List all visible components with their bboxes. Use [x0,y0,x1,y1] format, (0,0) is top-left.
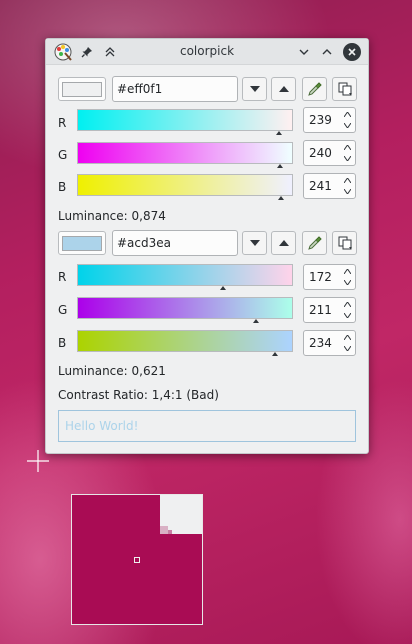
crosshair-cursor-icon [27,450,49,472]
color2-picker-button[interactable] [302,231,327,255]
triangle-down-icon [249,86,260,92]
copy-icon [338,82,352,96]
spin-up-icon[interactable] [343,300,352,309]
color1-swatch [62,81,102,97]
title-bar[interactable]: colorpick [46,39,368,65]
color1-b-handle[interactable] [278,196,285,200]
color1-b-slider[interactable] [77,174,293,196]
copy-icon [338,236,352,250]
color1-b-label: B [58,180,67,194]
color1-g-value: 240 [309,146,332,160]
color2-g-handle[interactable] [252,319,259,323]
color1-picker-button[interactable] [302,77,327,101]
color2-luminance: Luminance: 0,621 [58,364,166,378]
color2-b-slider[interactable] [77,330,293,352]
close-icon [348,48,356,56]
minimize-button[interactable] [295,43,313,61]
color1-lighter-button[interactable] [271,77,296,101]
color2-b-spinbox[interactable]: 234 [303,330,356,356]
color1-swatch-button[interactable] [58,77,106,101]
color2-lighter-button[interactable] [271,231,296,255]
color1-luminance: Luminance: 0,874 [58,209,166,223]
color1-r-slider[interactable] [77,109,293,131]
magnifier-view [71,494,203,625]
maximize-button[interactable] [318,43,336,61]
triangle-up-icon [278,86,289,92]
color2-r-slider[interactable] [77,264,293,286]
spin-up-icon[interactable] [343,143,352,152]
color2-g-slider[interactable] [77,297,293,319]
contrast-preview: Hello World! [58,410,356,442]
color1-b-spinbox[interactable]: 241 [303,173,356,199]
spin-down-icon[interactable] [343,121,352,130]
color1-b-value: 241 [309,179,332,193]
color2-r-value: 172 [309,270,332,284]
chevron-up-icon [322,49,332,55]
color1-g-spinbox[interactable]: 240 [303,140,356,166]
color2-b-handle[interactable] [272,352,279,356]
spin-down-icon[interactable] [343,154,352,163]
triangle-down-icon [249,240,260,246]
spin-down-icon[interactable] [343,311,352,320]
color1-hex-input[interactable]: #eff0f1 [112,76,238,102]
color2-g-label: G [58,303,68,317]
eyedropper-icon [307,236,322,250]
magnifier-center-marker [134,557,140,563]
close-button[interactable] [343,43,361,61]
spin-up-icon[interactable] [343,176,352,185]
spin-down-icon[interactable] [343,344,352,353]
spin-down-icon[interactable] [343,278,352,287]
chevron-down-icon [299,49,309,55]
contrast-ratio: Contrast Ratio: 1,4:1 (Bad) [58,388,219,402]
colorpick-window: colorpick #eff0f1 R 239 G 240 B 241 Lumi… [45,38,369,454]
spin-up-icon[interactable] [343,110,352,119]
color1-g-label: G [58,148,68,162]
color2-r-label: R [58,270,67,284]
spin-up-icon[interactable] [343,267,352,276]
color2-swatch [62,235,102,251]
spin-down-icon[interactable] [343,187,352,196]
color2-r-spinbox[interactable]: 172 [303,264,356,290]
color1-r-handle[interactable] [276,131,283,135]
color2-copy-button[interactable] [332,231,357,255]
color2-hex-input[interactable]: #acd3ea [112,230,238,256]
color2-darker-button[interactable] [242,231,267,255]
color2-b-label: B [58,336,67,350]
color1-r-value: 239 [309,113,332,127]
color2-b-value: 234 [309,336,332,350]
color1-r-label: R [58,116,67,130]
color1-copy-button[interactable] [332,77,357,101]
eyedropper-icon [307,82,322,96]
color1-g-handle[interactable] [277,164,284,168]
color1-darker-button[interactable] [242,77,267,101]
color1-g-slider[interactable] [77,142,293,164]
color2-r-handle[interactable] [219,286,226,290]
spin-up-icon[interactable] [343,333,352,342]
color1-r-spinbox[interactable]: 239 [303,107,356,133]
triangle-up-icon [278,240,289,246]
color2-g-value: 211 [309,303,332,317]
color2-swatch-button[interactable] [58,231,106,255]
color2-g-spinbox[interactable]: 211 [303,297,356,323]
